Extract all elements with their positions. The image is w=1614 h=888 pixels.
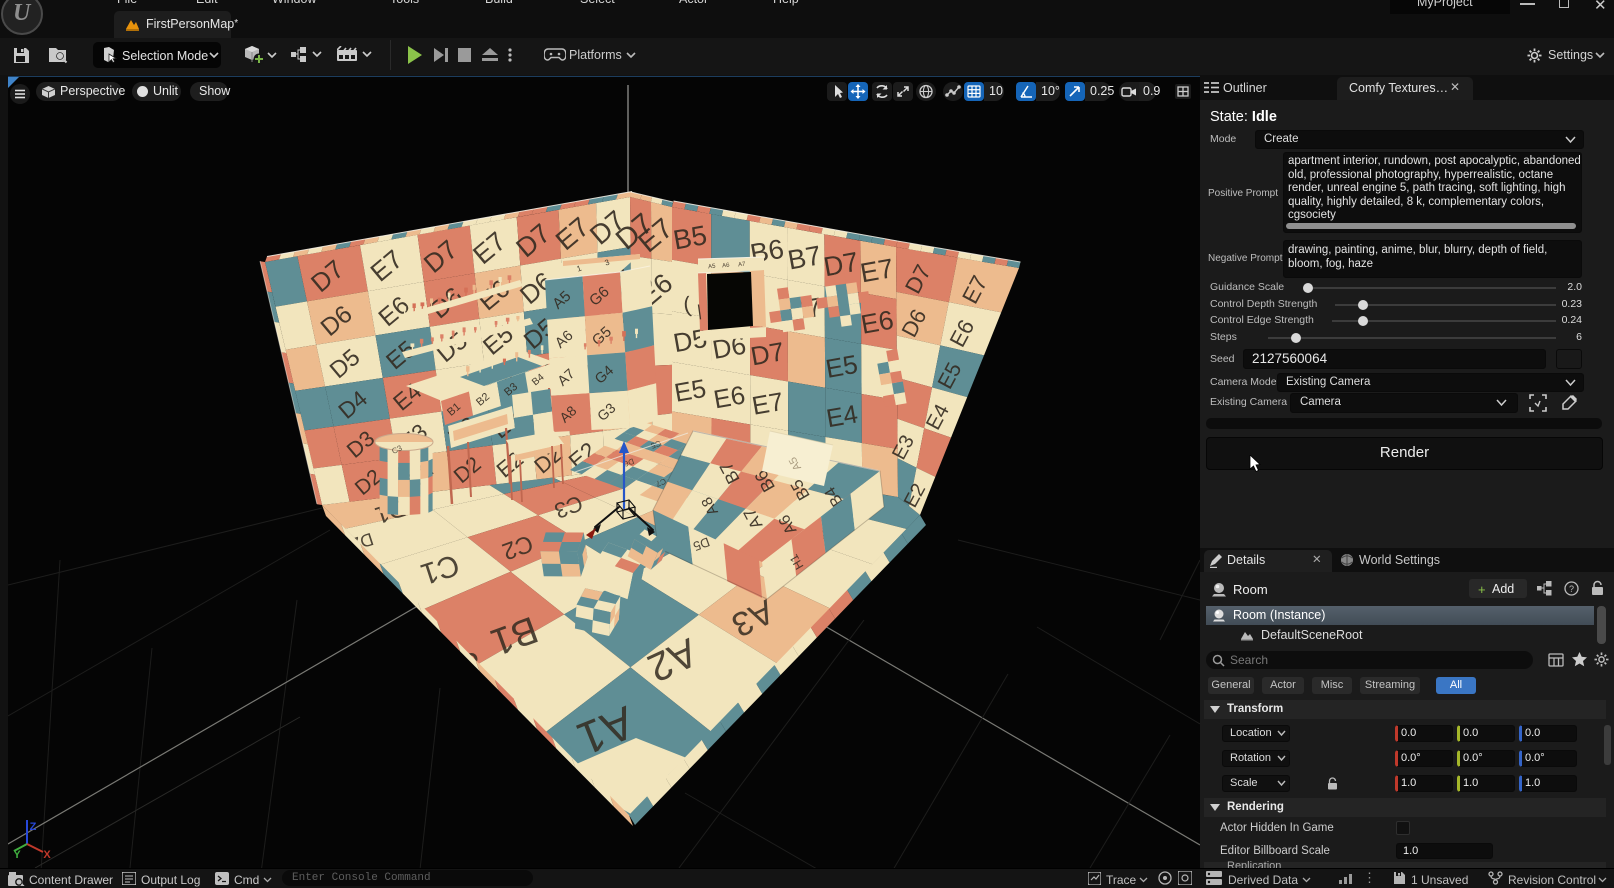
svg-text:B7: B7 <box>785 239 823 275</box>
svg-text:E4: E4 <box>824 400 860 433</box>
svg-text:B5: B5 <box>671 219 709 255</box>
svg-text:E6: E6 <box>712 381 748 414</box>
svg-text:Z: Z <box>30 821 37 833</box>
svg-text:E5: E5 <box>823 349 860 384</box>
svg-text:X: X <box>43 849 51 861</box>
svg-text:E6: E6 <box>859 305 896 340</box>
svg-text:E5: E5 <box>672 375 708 408</box>
svg-text:E7: E7 <box>858 252 896 288</box>
svg-text:?: ? <box>1569 584 1574 594</box>
svg-text:Y: Y <box>13 849 21 861</box>
svg-text:D7: D7 <box>748 336 786 371</box>
svg-text:E7: E7 <box>750 388 786 421</box>
